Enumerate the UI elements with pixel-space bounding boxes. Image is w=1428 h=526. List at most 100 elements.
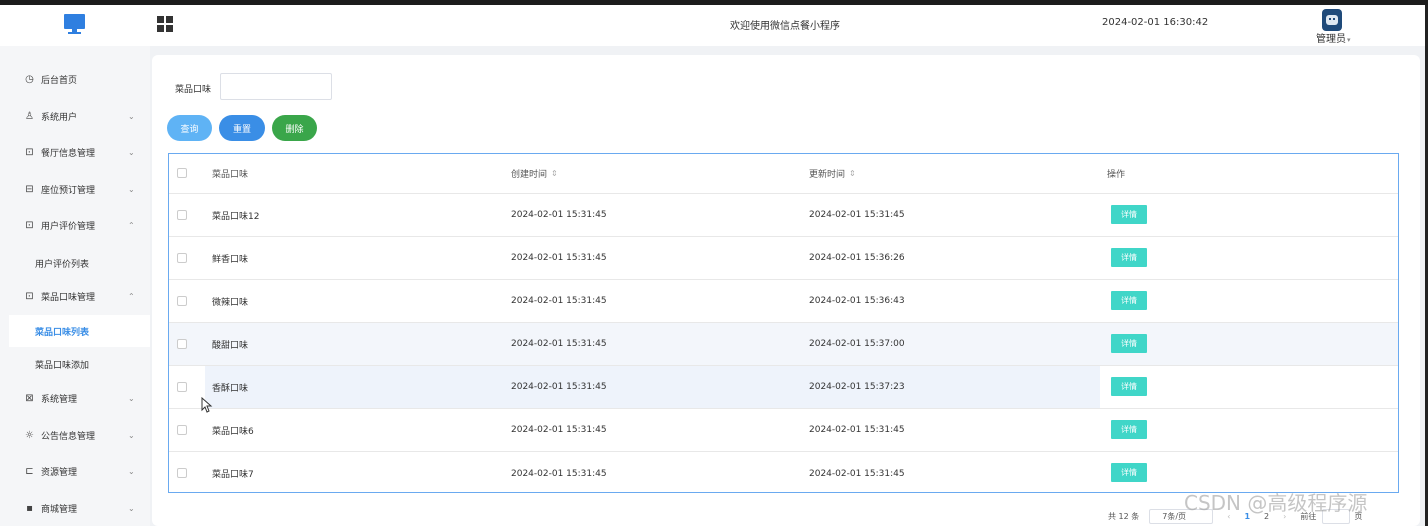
cell-updated-time: 2024-02-01 15:37:00 [809,339,905,349]
chevron-up-icon: ⌃ [128,220,135,230]
sidebar-item-label: 资源管理 [41,467,78,478]
sidebar-subitem-flavor-add[interactable]: 菜品口味添加 [0,348,150,380]
sidebar-item-announcements[interactable]: ☼ 公告信息管理 ⌄ [0,417,150,453]
cell-updated-time: 2024-02-01 15:37:23 [809,382,905,392]
column-header-label: 创建时间 [511,170,548,180]
row-checkbox[interactable] [177,296,187,306]
shop-icon: ▪ [26,502,33,514]
cell-updated-time: 2024-02-01 15:31:45 [809,425,905,435]
column-header-actions: 操作 [1107,170,1126,180]
clock-icon: ◷ [25,73,34,85]
chevron-down-icon: ⌄ [128,393,135,403]
sidebar-subitem-flavor-list[interactable]: 菜品口味列表 [9,315,150,347]
cell-created-time: 2024-02-01 15:31:45 [511,253,607,263]
sidebar-item-home[interactable]: ◷ 后台首页 [0,61,150,97]
chevron-down-icon: ⌄ [128,430,135,440]
select-all-checkbox[interactable] [177,168,187,178]
table-row: 酸甜口味 2024-02-01 15:31:45 2024-02-01 15:3… [169,323,1398,366]
avatar[interactable] [1322,9,1342,31]
chevron-up-icon: ⌃ [128,291,135,301]
cell-flavor-name: 鲜香口味 [212,254,249,265]
chevron-down-icon: ⌄ [128,466,135,476]
chevron-down-icon: ⌄ [128,503,135,513]
chevron-down-icon: ⌄ [128,184,135,194]
flavor-table: 菜品口味 创建时间 ⇕ 更新时间 ⇕ 操作 菜品口味12 2024-02-01 15… [168,153,1399,493]
table-row: 鲜香口味 2024-02-01 15:31:45 2024-02-01 15:3… [169,237,1398,280]
user-name: 管理员 [1316,34,1346,45]
search-button[interactable]: 查询 [167,115,212,141]
detail-button[interactable]: 详情 [1111,334,1147,353]
sidebar-item-label: 系统用户 [41,112,78,123]
detail-button[interactable]: 详情 [1111,291,1147,310]
user-icon: ♙ [25,110,34,122]
sidebar: ◷ 后台首页 ♙ 系统用户 ⌄ ⊡ 餐厅信息管理 ⌄ ⊟ 座位预订管理 ⌄ ⊡ … [0,46,150,526]
sidebar-item-resources[interactable]: ⊏ 资源管理 ⌄ [0,453,150,489]
detail-button[interactable]: 详情 [1111,377,1147,396]
sidebar-item-shop[interactable]: ▪ 商城管理 ⌄ [0,490,150,526]
column-header-updated[interactable]: 更新时间 ⇕ [809,154,856,193]
sidebar-item-label: 公告信息管理 [41,431,96,442]
chevron-down-icon: ⌄ [128,111,135,121]
column-header-created[interactable]: 创建时间 ⇕ [511,154,558,193]
top-header: 欢迎使用微信点餐小程序 2024-02-01 16:30:42 管理员▾ [0,5,1428,46]
row-checkbox[interactable] [177,425,187,435]
grid-icon[interactable] [157,16,173,32]
cell-flavor-name: 菜品口味6 [212,426,254,437]
chart-icon: ⊡ [25,146,34,158]
cell-updated-time: 2024-02-01 15:31:45 [809,468,905,479]
chevron-down-icon: ▾ [1347,36,1351,44]
sidebar-item-user-reviews[interactable]: ⊡ 用户评价管理 ⌃ [0,207,150,243]
sidebar-item-label: 餐厅信息管理 [41,148,96,159]
filter-label: 菜品口味 [175,85,212,95]
cell-flavor-name: 菜品口味7 [212,470,254,480]
row-checkbox[interactable] [177,253,187,263]
sidebar-item-system-users[interactable]: ♙ 系统用户 ⌄ [0,98,150,134]
row-checkbox[interactable] [177,210,187,220]
current-datetime: 2024-02-01 16:30:42 [1102,17,1209,28]
table-header: 菜品口味 创建时间 ⇕ 更新时间 ⇕ 操作 [169,154,1398,194]
table-row: 香酥口味 2024-02-01 15:31:45 2024-02-01 15:3… [169,366,1398,409]
cell-flavor-name: 微辣口味 [212,297,249,308]
row-checkbox[interactable] [177,382,187,392]
cell-created-time: 2024-02-01 15:31:45 [511,296,607,306]
cell-created-time: 2024-02-01 15:31:45 [511,210,607,220]
monitor-icon: ⊏ [25,465,34,477]
detail-button[interactable]: 详情 [1111,248,1147,267]
sidebar-item-label: 商城管理 [41,504,78,515]
chart-icon: ⊡ [25,290,34,302]
sort-icon[interactable]: ⇕ [849,169,856,178]
chart-icon: ⊡ [25,219,34,231]
row-checkbox[interactable] [177,339,187,349]
monitor-icon [64,14,85,34]
list-icon: ⊟ [25,183,34,195]
cell-flavor-name: 香酥口味 [212,383,249,394]
sort-icon[interactable]: ⇕ [551,169,558,178]
sidebar-item-system-management[interactable]: ⊠ 系统管理 ⌄ [0,380,150,416]
chevron-down-icon: ⌄ [128,147,135,157]
sidebar-subitem-review-list[interactable]: 用户评价列表 [0,247,150,279]
row-checkbox[interactable] [177,468,187,478]
row-hover-highlight [205,366,1100,408]
sidebar-item-flavor-management[interactable]: ⊡ 菜品口味管理 ⌃ [0,278,150,314]
table-row: 菜品口味6 2024-02-01 15:31:45 2024-02-01 15:… [169,409,1398,452]
delete-button[interactable]: 删除 [272,115,317,141]
sidebar-item-label: 座位预订管理 [41,185,96,196]
table-row: 微辣口味 2024-02-01 15:31:45 2024-02-01 15:3… [169,280,1398,323]
sidebar-item-restaurant-info[interactable]: ⊡ 餐厅信息管理 ⌄ [0,134,150,170]
cell-flavor-name: 菜品口味12 [212,211,260,222]
detail-button[interactable]: 详情 [1111,463,1147,482]
sidebar-item-seat-booking[interactable]: ⊟ 座位预订管理 ⌄ [0,171,150,207]
cell-updated-time: 2024-02-01 15:31:45 [809,210,905,220]
sidebar-item-label: 用户评价管理 [41,221,96,232]
cell-created-time: 2024-02-01 15:31:45 [511,339,607,349]
table-row: 菜品口味12 2024-02-01 15:31:45 2024-02-01 15… [169,194,1398,237]
reset-button[interactable]: 重置 [219,115,265,141]
cell-created-time: 2024-02-01 15:31:45 [511,468,607,479]
sidebar-item-label: 系统管理 [41,394,78,405]
detail-button[interactable]: 详情 [1111,205,1147,224]
cell-created-time: 2024-02-01 15:31:45 [511,382,607,392]
detail-button[interactable]: 详情 [1111,420,1147,439]
flavor-search-input[interactable] [220,73,332,100]
user-menu[interactable]: 管理员▾ [1316,30,1351,45]
cell-created-time: 2024-02-01 15:31:45 [511,425,607,435]
